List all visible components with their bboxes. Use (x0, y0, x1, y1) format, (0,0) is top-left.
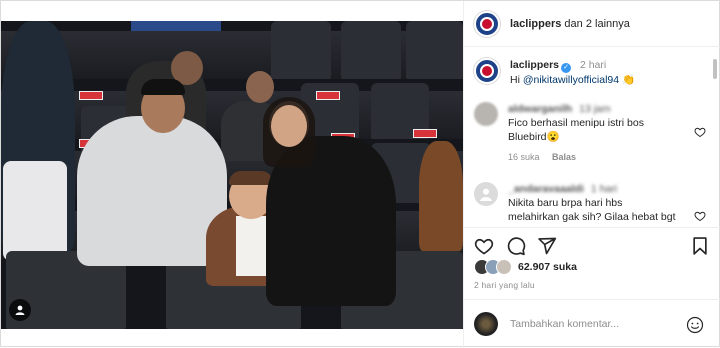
comment-icon[interactable] (506, 236, 526, 256)
man-hoodie (77, 116, 227, 266)
caption-time: 2 hari (579, 59, 607, 71)
comment-body: aldwarganilh 13 jam Fico berhasil menipu… (508, 102, 676, 164)
likes-count[interactable]: 62.907 suka (518, 261, 577, 273)
post-side-panel: laclippers dan 2 lainnya laclippers ✓ 2 h… (463, 1, 720, 348)
caption-avatar[interactable] (474, 58, 500, 84)
comment-heart-icon[interactable] (694, 210, 706, 222)
comment-heart-icon[interactable] (694, 126, 706, 138)
person-left-pants (3, 161, 67, 261)
comment-time: 1 hari (590, 183, 618, 195)
caption: laclippers ✓ 2 hari Hi @nikitawillyoffici… (474, 58, 708, 88)
post-header-text: laclippers dan 2 lainnya (510, 18, 630, 30)
heart-icon[interactable] (474, 236, 494, 256)
man-hair (141, 79, 185, 95)
header-username[interactable]: laclippers (510, 18, 561, 30)
caption-emoji: 👏 (622, 74, 636, 86)
liker-avatar (496, 259, 512, 275)
post-actions (464, 227, 720, 263)
comment-avatar[interactable] (474, 182, 498, 206)
caption-text: Hi (510, 74, 523, 86)
viewer-avatar (474, 312, 498, 336)
seat (406, 21, 463, 79)
seat (271, 21, 331, 79)
share-icon[interactable] (537, 236, 557, 256)
post-frame: laclippers dan 2 lainnya laclippers ✓ 2 h… (0, 0, 720, 348)
seat-tag (413, 129, 437, 138)
scrollbar-thumb[interactable] (713, 59, 717, 79)
comment-likes[interactable]: 16 suka (508, 152, 540, 162)
caption-mention[interactable]: @nikitawillyofficial94 (523, 74, 619, 86)
comment-time: 13 jam (579, 103, 611, 115)
comment-text: Fico berhasil menipu istri bos Bluebird😮 (508, 117, 644, 143)
caption-username[interactable]: laclippers (510, 59, 559, 71)
comment-body: _andaravaaaldi 1 hari Nikita baru brpa h… (508, 182, 676, 226)
author-avatar[interactable] (474, 10, 500, 37)
comment-item: aldwarganilh 13 jam Fico berhasil menipu… (474, 102, 708, 164)
post-photo[interactable] (1, 21, 463, 329)
comment-reply-button[interactable]: Balas (552, 152, 576, 162)
comment-meta: 16 suka Balas (508, 150, 676, 164)
bookmark-icon[interactable] (690, 236, 710, 256)
comments-list[interactable]: laclippers ✓ 2 hari Hi @nikitawillyoffici… (464, 48, 720, 226)
comment-text: Nikita baru brpa hari hbs melahirkan gak… (508, 197, 676, 226)
post-header: laclippers dan 2 lainnya (464, 1, 720, 47)
emoji-icon[interactable] (686, 316, 704, 334)
add-comment-input[interactable] (510, 318, 680, 330)
woman-face (271, 105, 307, 147)
post-date[interactable]: 2 hari yang lalu (474, 280, 535, 290)
seat-tag (79, 91, 103, 100)
person-back-boy-head (246, 71, 274, 103)
child-hair (229, 171, 273, 185)
likers-avatars (474, 259, 514, 275)
user-tag-icon[interactable] (9, 299, 31, 321)
seat-tag (316, 91, 340, 100)
comment-item: _andaravaaaldi 1 hari Nikita baru brpa h… (474, 182, 708, 226)
verified-badge-icon: ✓ (561, 63, 572, 73)
likes-row[interactable]: 62.907 suka (474, 259, 577, 275)
comment-avatar[interactable] (474, 102, 498, 126)
comment-username[interactable]: aldwarganilh (508, 103, 572, 115)
comment-username[interactable]: _andaravaaaldi (508, 183, 584, 195)
header-connector[interactable]: dan 2 lainnya (564, 18, 629, 30)
person-right (419, 141, 463, 251)
caption-body: laclippers ✓ 2 hari Hi @nikitawillyoffici… (510, 58, 635, 88)
comments-scrollbar[interactable] (711, 57, 719, 225)
seat (341, 21, 401, 79)
add-comment-bar (464, 299, 720, 348)
